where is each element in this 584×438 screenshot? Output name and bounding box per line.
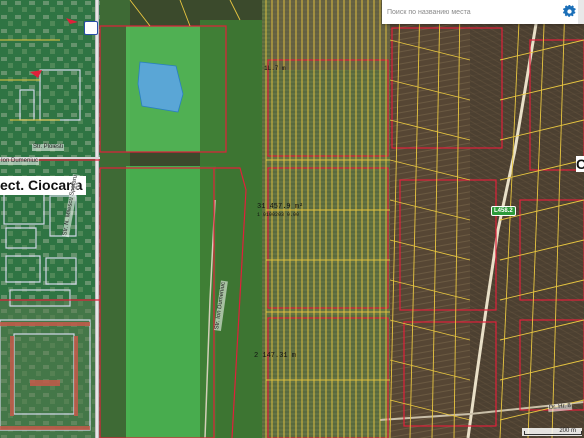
plot-code-label: 1 0100203 0.00 [257,212,300,218]
panel-edge [578,0,584,24]
road-badge: L458.2 [491,206,516,216]
search-input[interactable] [382,7,569,17]
map-canvas[interactable] [0,0,584,438]
lake [137,61,184,113]
plot-label-top: 1L.7 m [264,65,286,72]
street-label-left-small: Ion Dumeniuc [0,158,40,165]
map-marker-icon[interactable] [84,21,98,35]
plot-area-label-2: 2 147.31 m [254,352,297,360]
scale-bar: 200 m [522,428,582,436]
gear-icon[interactable] [563,5,576,18]
plot-area-label: 31 457.9 m² [257,203,304,211]
scale-ruler [524,431,582,435]
search-bar[interactable] [382,0,584,24]
street-label-top-left: Str. Ploiesti [32,144,65,151]
district-label-right: C [576,156,584,172]
